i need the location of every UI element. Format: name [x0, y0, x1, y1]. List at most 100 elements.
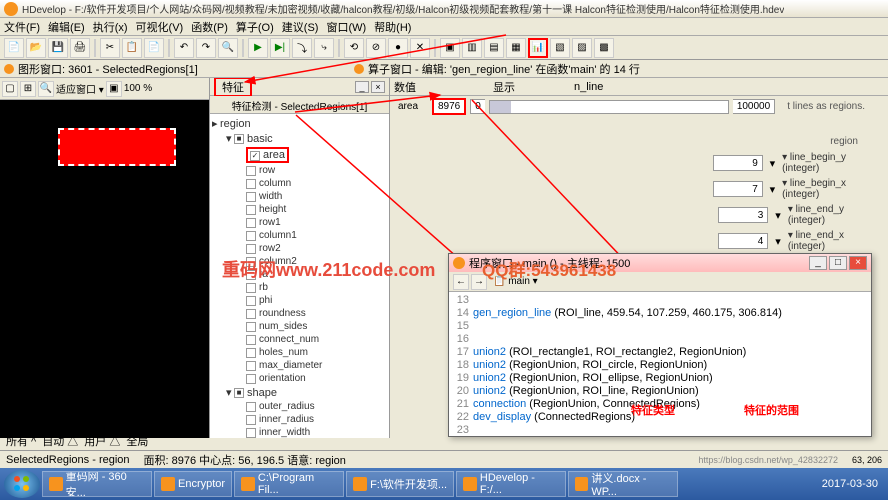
- run-icon[interactable]: ▶: [248, 38, 268, 58]
- menu-sug[interactable]: 建议(S): [282, 19, 319, 35]
- menu-vis[interactable]: 可视化(V): [136, 19, 184, 35]
- tree-item-orientation[interactable]: orientation: [212, 372, 387, 385]
- win3-icon[interactable]: ▤: [484, 38, 504, 58]
- code-line-13[interactable]: 13: [451, 294, 869, 307]
- code-line-14[interactable]: 14gen_region_line (ROI_line, 459.54, 107…: [451, 307, 869, 320]
- code-close-icon[interactable]: ×: [849, 256, 867, 270]
- save-icon[interactable]: 💾: [48, 38, 68, 58]
- gfx-btn2[interactable]: ⊞: [20, 81, 36, 97]
- taskbar-item[interactable]: C:\Program Fil...: [234, 471, 344, 497]
- area-slider[interactable]: [489, 100, 729, 114]
- code-line-16[interactable]: 16: [451, 333, 869, 346]
- feature-inspect-icon[interactable]: 📊: [528, 38, 548, 58]
- win6-icon[interactable]: ▧: [550, 38, 570, 58]
- gfx-btn4[interactable]: ▣: [106, 81, 122, 97]
- zoom-icon[interactable]: 🔍: [38, 81, 54, 97]
- stop-icon[interactable]: ⊘: [366, 38, 386, 58]
- undo-icon[interactable]: ↶: [174, 38, 194, 58]
- menu-help[interactable]: 帮助(H): [374, 19, 411, 35]
- code-back-icon[interactable]: ←: [453, 274, 469, 290]
- tree-item-row1[interactable]: row1: [212, 216, 387, 229]
- code-line-18[interactable]: 18union2 (RegionUnion, ROI_circle, Regio…: [451, 359, 869, 372]
- tree-item-connect_num[interactable]: connect_num: [212, 333, 387, 346]
- step-into-icon[interactable]: ⤷: [314, 38, 334, 58]
- gfx-btn1[interactable]: ▢: [2, 81, 18, 97]
- tree-item-outer_radius[interactable]: outer_radius: [212, 400, 387, 413]
- new-icon[interactable]: 📄: [4, 38, 24, 58]
- tree-shape[interactable]: ▾■shape: [212, 385, 387, 400]
- win1-icon[interactable]: ▣: [440, 38, 460, 58]
- menu-exec[interactable]: 执行(x): [93, 19, 128, 35]
- tree-item-column2[interactable]: column2: [212, 255, 387, 268]
- code-line-15[interactable]: 15: [451, 320, 869, 333]
- tree-item-row[interactable]: row: [212, 164, 387, 177]
- win8-icon[interactable]: ▩: [594, 38, 614, 58]
- find-icon[interactable]: 🔍: [218, 38, 238, 58]
- tab-auto[interactable]: 自动 △: [42, 433, 78, 449]
- taskbar-item[interactable]: 讲义.docx - WP...: [568, 471, 678, 497]
- op-input[interactable]: [713, 155, 763, 171]
- taskbar-item[interactable]: Encryptor: [154, 471, 232, 497]
- step-icon[interactable]: ▶|: [270, 38, 290, 58]
- code-fwd-icon[interactable]: →: [471, 274, 487, 290]
- tree-item-phi[interactable]: phi: [212, 294, 387, 307]
- code-line-19[interactable]: 19union2 (RegionUnion, ROI_ellipse, Regi…: [451, 372, 869, 385]
- tree-item-inner_radius[interactable]: inner_radius: [212, 413, 387, 426]
- tree-item-max_diameter[interactable]: max_diameter: [212, 359, 387, 372]
- tree-item-roundness[interactable]: roundness: [212, 307, 387, 320]
- start-button[interactable]: [4, 470, 40, 498]
- clear-icon[interactable]: ✕: [410, 38, 430, 58]
- paste-icon[interactable]: 📄: [144, 38, 164, 58]
- tree-close-icon[interactable]: ×: [371, 81, 385, 93]
- tab-user[interactable]: 用户 △: [84, 433, 120, 449]
- zoom-level[interactable]: 100 %: [124, 83, 152, 94]
- reset-icon[interactable]: ⟲: [344, 38, 364, 58]
- tree-min-icon[interactable]: _: [355, 81, 369, 93]
- system-tray[interactable]: 2017-03-30: [816, 478, 884, 490]
- graphics-window[interactable]: [0, 100, 209, 438]
- tree-item-rb[interactable]: rb: [212, 281, 387, 294]
- tree-item-num_sides[interactable]: num_sides: [212, 320, 387, 333]
- cut-icon[interactable]: ✂: [100, 38, 120, 58]
- tree-basic[interactable]: ▾■basic: [212, 131, 387, 146]
- tree-item-column[interactable]: column: [212, 177, 387, 190]
- taskbar-item[interactable]: HDevelop - F:/...: [456, 471, 566, 497]
- code-min-icon[interactable]: _: [809, 256, 827, 270]
- tab-global[interactable]: 全局: [126, 433, 148, 449]
- tree-item-height[interactable]: height: [212, 203, 387, 216]
- tree-item-ra[interactable]: ra: [212, 268, 387, 281]
- tree-item-holes_num[interactable]: holes_num: [212, 346, 387, 359]
- win7-icon[interactable]: ▨: [572, 38, 592, 58]
- redo-icon[interactable]: ↷: [196, 38, 216, 58]
- op-input[interactable]: [713, 181, 763, 197]
- op-input[interactable]: [718, 207, 768, 223]
- code-line-20[interactable]: 20union2 (RegionUnion, ROI_line, RegionU…: [451, 385, 869, 398]
- code-line-23[interactable]: 23: [451, 424, 869, 436]
- code-line-17[interactable]: 17union2 (ROI_rectangle1, ROI_rectangle2…: [451, 346, 869, 359]
- tree-item-column1[interactable]: column1: [212, 229, 387, 242]
- taskbar-item[interactable]: F:\软件开发项...: [346, 471, 454, 497]
- tree-item-area[interactable]: ✓area: [212, 146, 387, 164]
- tree-region[interactable]: ▸region: [212, 116, 387, 131]
- win2-icon[interactable]: ▥: [462, 38, 482, 58]
- code-main-dropdown[interactable]: 📋 main ▾: [493, 276, 538, 287]
- open-icon[interactable]: 📂: [26, 38, 46, 58]
- menu-edit[interactable]: 编辑(E): [48, 19, 85, 35]
- tree-item-width[interactable]: width: [212, 190, 387, 203]
- taskbar-item[interactable]: 重码网 - 360安...: [42, 471, 152, 497]
- selected-region[interactable]: [58, 128, 176, 166]
- tab-all[interactable]: 所有 ^: [6, 433, 36, 449]
- op-input[interactable]: [718, 233, 768, 249]
- code-body[interactable]: 1314gen_region_line (ROI_line, 459.54, 1…: [449, 292, 871, 436]
- tree-body[interactable]: ▸region ▾■basic ✓arearowcolumnwidthheigh…: [210, 114, 389, 438]
- menu-func[interactable]: 函数(P): [191, 19, 228, 35]
- menu-op[interactable]: 算子(O): [236, 19, 274, 35]
- menu-win[interactable]: 窗口(W): [326, 19, 366, 35]
- code-title-bar[interactable]: 程序窗口 - main () - 主线程: 1500 _ □ ×: [449, 254, 871, 272]
- print-icon[interactable]: 🖨: [70, 38, 90, 58]
- code-max-icon[interactable]: □: [829, 256, 847, 270]
- win4-icon[interactable]: ▦: [506, 38, 526, 58]
- copy-icon[interactable]: 📋: [122, 38, 142, 58]
- step-over-icon[interactable]: ⤵: [292, 38, 312, 58]
- break-icon[interactable]: ●: [388, 38, 408, 58]
